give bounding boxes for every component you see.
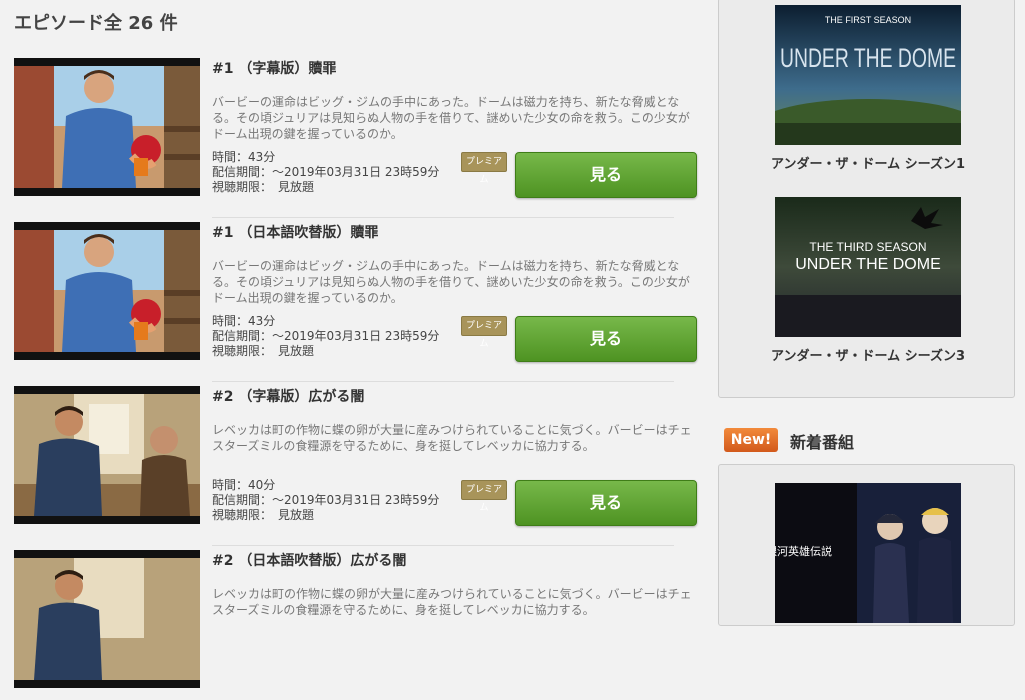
poster-title-text: 銀河英雄伝説 [775,544,832,558]
anime-poster-image: 銀河英雄伝説 [775,483,961,623]
episode-thumbnail[interactable] [14,550,200,688]
series-poster[interactable]: THE THIRD SEASON UNDER THE DOME [775,197,961,337]
new-programs-panel: 銀河英雄伝説 [718,464,1015,626]
episode-divider [212,545,674,546]
episode-duration: 時間：43分 [212,314,276,328]
new-program-poster[interactable]: 銀河英雄伝説 [775,483,961,623]
dome-poster-image: THE THIRD SEASON UNDER THE DOME [775,197,961,337]
officer-scene-image [14,66,200,188]
new-programs-title: 新着番組 [790,433,855,452]
new-badge: New! [724,428,778,452]
episode-list-panel: エピソード全 26 件 #1 （字幕版）贖罪 バービーの運命はビッグ・ジムの手中… [0,0,710,688]
episode-item: #2 （字幕版）広がる闇 レベッカは町の作物に蝶の卵が大量に産みつけられているこ… [14,386,697,546]
hallway-scene-image [14,394,200,516]
episode-item: #2 （日本語吹替版）広がる闇 レベッカは町の作物に蝶の卵が大量に産みつけられて… [14,550,694,700]
episode-viewing-period: 視聴期限： 見放題 [212,508,315,522]
related-series-panel: THE FIRST SEASON UNDER THE DOME アンダー・ザ・ド… [718,0,1015,398]
episode-availability: 配信期間：～2019年03月31日 23時59分 [212,493,440,507]
episode-thumbnail[interactable] [14,58,200,196]
episode-title[interactable]: #1 （日本語吹替版）贖罪 [212,222,378,242]
related-series-item[interactable]: THE FIRST SEASON UNDER THE DOME アンダー・ザ・ド… [771,5,965,172]
episode-divider [212,217,674,218]
episode-title[interactable]: #1 （字幕版）贖罪 [212,58,336,78]
episode-availability: 配信期間：～2019年03月31日 23時59分 [212,165,440,179]
episode-item: #1 （日本語吹替版）贖罪 バービーの運命はビッグ・ジムの手中にあった。ドームは… [14,222,697,382]
premium-badge: プレミアム [461,480,507,513]
episode-meta: 時間：43分 配信期間：～2019年03月31日 23時59分 視聴期限： 見放… [212,150,439,195]
episode-thumbnail[interactable] [14,386,200,524]
episode-title[interactable]: #2 （字幕版）広がる闇 [212,386,364,406]
sidebar: THE FIRST SEASON UNDER THE DOME アンダー・ザ・ド… [718,0,1016,626]
episode-description: レベッカは町の作物に蝶の卵が大量に産みつけられていることに気づく。バービーはチェ… [212,423,692,453]
premium-badge: プレミアム [461,316,507,349]
watch-button[interactable]: 見る [515,316,697,362]
episode-divider [212,381,674,382]
episode-title[interactable]: #2 （日本語吹替版）広がる闇 [212,550,406,570]
hallway-scene-image [14,558,200,680]
officer-scene-image [14,230,200,352]
episode-availability: 配信期間：～2019年03月31日 23時59分 [212,329,440,343]
episode-viewing-period: 視聴期限： 見放題 [212,344,315,358]
episode-description: バービーの運命はビッグ・ジムの手中にあった。ドームは磁力を持ち、新たな脅威となる… [212,259,690,305]
episode-viewing-period: 視聴期限： 見放題 [212,180,315,194]
poster-title-text: UNDER THE DOME [780,43,956,73]
episode-description: レベッカは町の作物に蝶の卵が大量に産みつけられていることに気づく。バービーはチェ… [212,587,692,617]
poster-season-text: THE THIRD SEASON [809,240,926,254]
watch-button[interactable]: 見る [515,480,697,526]
related-series-item[interactable]: THE THIRD SEASON UNDER THE DOME アンダー・ザ・ド… [771,197,965,364]
episode-count-heading: エピソード全 26 件 [14,13,178,34]
episode-meta: 時間：43分 配信期間：～2019年03月31日 23時59分 視聴期限： 見放… [212,314,439,359]
watch-button[interactable]: 見る [515,152,697,198]
dome-poster-image: THE FIRST SEASON UNDER THE DOME [775,5,961,145]
series-title[interactable]: アンダー・ザ・ドーム シーズン3 [755,345,981,364]
premium-badge: プレミアム [461,152,507,185]
episode-meta: 時間：40分 配信期間：～2019年03月31日 23時59分 視聴期限： 見放… [212,478,439,523]
poster-title-text: UNDER THE DOME [795,256,941,273]
episode-thumbnail[interactable] [14,222,200,360]
episode-duration: 時間：40分 [212,478,276,492]
series-poster[interactable]: THE FIRST SEASON UNDER THE DOME [775,5,961,145]
series-title[interactable]: アンダー・ザ・ドーム シーズン1 [755,153,981,172]
episode-item: #1 （字幕版）贖罪 バービーの運命はビッグ・ジムの手中にあった。ドームは磁力を… [14,58,697,218]
poster-season-text: THE FIRST SEASON [825,15,911,25]
episode-duration: 時間：43分 [212,150,276,164]
episode-description: バービーの運命はビッグ・ジムの手中にあった。ドームは磁力を持ち、新たな脅威となる… [212,95,690,141]
